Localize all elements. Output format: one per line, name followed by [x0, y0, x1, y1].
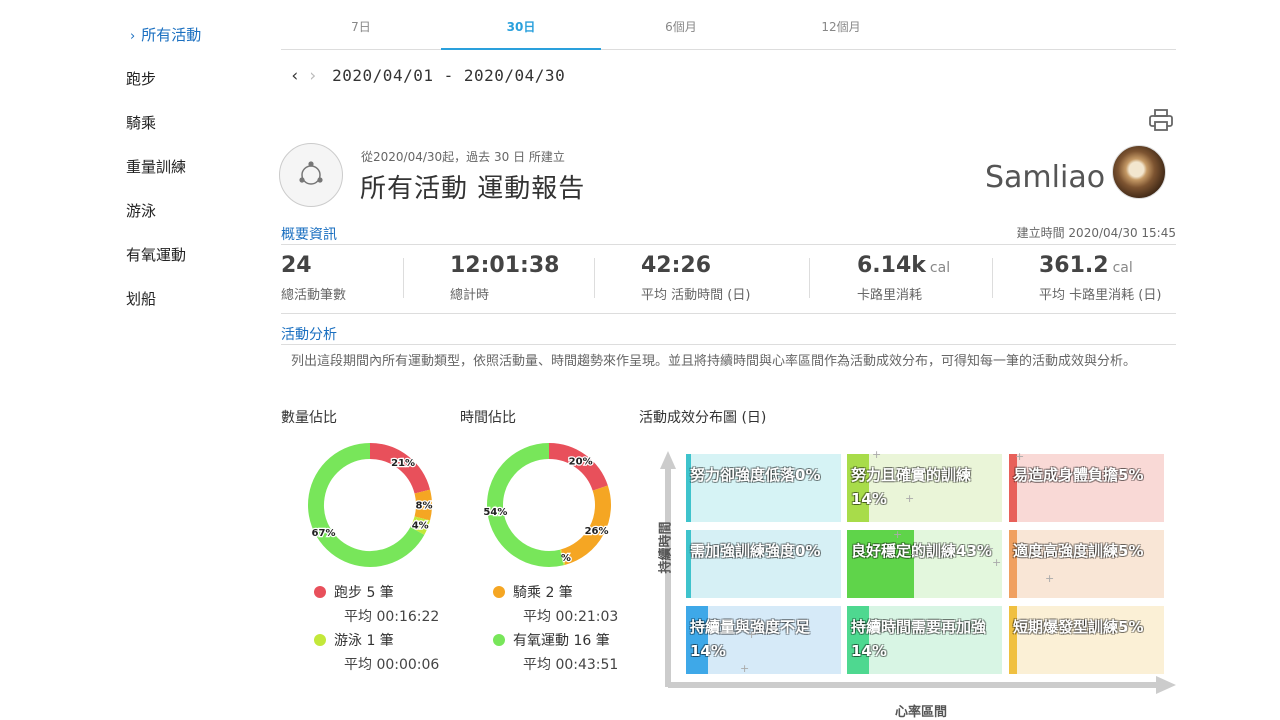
stat-total-time: 12:01:38 總計時 — [450, 253, 560, 303]
data-point: + — [1015, 450, 1025, 463]
matrix-cell-label: 良好穩定的訓練43% — [851, 542, 992, 560]
data-point: + — [985, 542, 995, 555]
matrix-title: 活動成效分布圖 (日) — [639, 410, 767, 426]
sidebar-item-cycling[interactable]: 騎乘 — [126, 112, 156, 133]
divider — [992, 258, 993, 298]
legend-dot — [314, 634, 326, 646]
data-point: + — [872, 448, 882, 461]
matrix-cell-short-burst-training[interactable]: 短期爆發型訓練5% — [1009, 606, 1164, 674]
data-point: + — [910, 548, 920, 561]
legend-avg-running: 平均 00:16:22 — [344, 609, 440, 625]
stat-avg-activity-time: 42:26 平均 活動時間 (日) — [641, 253, 751, 303]
legend-dot — [493, 634, 505, 646]
data-point: + — [747, 628, 757, 641]
data-point: + — [740, 662, 750, 675]
donut-label: 67% — [312, 528, 336, 539]
chevron-right-icon: › — [130, 29, 136, 44]
donut-label: 8% — [416, 501, 433, 512]
data-point: + — [992, 556, 1002, 569]
legend-item-cycling: 騎乘 2 筆 — [493, 582, 573, 602]
count-donut-chart: 21%8%4%67% — [308, 443, 434, 567]
divider — [281, 244, 1176, 245]
matrix-cell-label: 持續量與強度不足14% — [690, 618, 811, 660]
donut-slice-騎乘[interactable] — [560, 485, 611, 565]
overview-title: 概要資訊 — [281, 227, 337, 243]
matrix-cell-label: 短期爆發型訓練5% — [1013, 618, 1144, 636]
stat-calories: 6.14k cal 卡路里消耗 — [857, 253, 951, 303]
divider — [403, 258, 404, 298]
matrix-cell-label: 努力且確實的訓練14% — [851, 466, 972, 508]
donut-label: 26% — [585, 526, 609, 537]
avatar[interactable] — [1112, 145, 1166, 199]
matrix-cell-moderate-high-intensity[interactable]: 適度高強度訓練5% — [1009, 530, 1164, 598]
divider — [809, 258, 810, 298]
legend-item-running: 跑步 5 筆 — [314, 582, 394, 602]
analysis-title: 活動分析 — [281, 327, 337, 343]
prev-period-button[interactable]: ‹ — [286, 66, 304, 86]
donut-label: 20% — [569, 457, 593, 468]
created-time: 建立時間 2020/04/30 15:45 — [1016, 226, 1176, 240]
sidebar-item-all-activities[interactable]: › 所有活動 — [130, 24, 201, 45]
matrix-cell-body-burden[interactable]: 易造成身體負擔5% — [1009, 454, 1164, 522]
matrix-cell-extend-duration[interactable]: 持續時間需要再加強14% — [847, 606, 1002, 674]
sidebar-item-weight-training[interactable]: 重量訓練 — [126, 156, 186, 177]
legend-item-swimming: 游泳 1 筆 — [314, 630, 394, 650]
sidebar-item-label: 所有活動 — [141, 26, 202, 44]
legend-item-aerobics: 有氧運動 16 筆 — [493, 630, 610, 650]
legend-dot — [493, 586, 505, 598]
sidebar-item-aerobics[interactable]: 有氧運動 — [126, 244, 186, 265]
sidebar-item-swimming[interactable]: 游泳 — [126, 200, 156, 221]
sidebar-item-running[interactable]: 跑步 — [126, 68, 156, 89]
next-period-button[interactable]: › — [304, 66, 322, 86]
matrix-cell-label: 努力卻強度低落0% — [690, 466, 821, 484]
divider — [281, 344, 1176, 345]
period-tabs: 7日 30日 6個月 12個月 — [281, 0, 1176, 50]
matrix-cell-insufficient-volume[interactable]: 持續量與強度不足14% — [686, 606, 841, 674]
divider — [594, 258, 595, 298]
x-axis-label: 心率區間 — [895, 705, 948, 720]
time-donut-chart: 20%26%0%54% — [482, 443, 611, 567]
time-chart-title: 時間佔比 — [460, 410, 516, 426]
username: Samliao — [985, 160, 1106, 195]
matrix-cell-effort-low-intensity[interactable]: 努力卻強度低落0% — [686, 454, 841, 522]
data-point: + — [905, 492, 915, 505]
stat-avg-calories: 361.2 cal 平均 卡路里消耗 (日) — [1039, 253, 1162, 303]
print-icon[interactable] — [1148, 108, 1174, 132]
activity-type-icon — [279, 143, 343, 207]
matrix-cell-stable-training[interactable]: 良好穩定的訓練43% — [847, 530, 1002, 598]
matrix-cell-effort-solid-training[interactable]: 努力且確實的訓練14% — [847, 454, 1002, 522]
count-chart-title: 數量佔比 — [281, 410, 337, 426]
matrix-cell-label: 適度高強度訓練5% — [1013, 542, 1144, 560]
tab-6-months[interactable]: 6個月 — [601, 0, 761, 50]
tab-30-days[interactable]: 30日 — [441, 0, 601, 50]
date-range-nav: ‹ › 2020/04/01 - 2020/04/30 — [286, 66, 565, 86]
legend-avg-swimming: 平均 00:00:06 — [344, 657, 440, 673]
report-subtitle: 從2020/04/30起，過去 30 日 所建立 — [361, 150, 565, 164]
sidebar-item-rowing[interactable]: 划船 — [126, 288, 156, 309]
legend-dot — [314, 586, 326, 598]
sidebar: › 所有活動 跑步 騎乘 重量訓練 游泳 有氧運動 划船 — [0, 0, 260, 720]
y-axis-label: 持續時間 — [658, 521, 674, 574]
report-title: 所有活動 運動報告 — [360, 174, 586, 204]
donut-slice-有氧運動[interactable] — [487, 443, 564, 567]
tab-7-days[interactable]: 7日 — [281, 0, 441, 50]
tab-12-months[interactable]: 12個月 — [761, 0, 921, 50]
matrix-cell-label: 需加強訓練強度0% — [690, 542, 821, 560]
legend-avg-cycling: 平均 00:21:03 — [523, 609, 619, 625]
divider — [281, 313, 1176, 314]
data-point: + — [1045, 572, 1055, 585]
donut-label: 21% — [391, 458, 415, 469]
data-point: + — [893, 528, 903, 541]
legend-avg-aerobics: 平均 00:43:51 — [523, 657, 619, 673]
matrix-cell-label: 易造成身體負擔5% — [1013, 466, 1144, 484]
date-range-text: 2020/04/01 - 2020/04/30 — [332, 66, 566, 85]
analysis-description: 列出這段期間內所有運動類型，依照活動量、時間趨勢來作呈現。並且將持續時間與心率區… — [291, 354, 1137, 369]
matrix-cell-label: 持續時間需要再加強14% — [851, 618, 987, 660]
donut-label: 54% — [483, 507, 507, 518]
stat-total-activities: 24 總活動筆數 — [281, 253, 347, 303]
matrix-cell-increase-intensity[interactable]: 需加強訓練強度0% — [686, 530, 841, 598]
